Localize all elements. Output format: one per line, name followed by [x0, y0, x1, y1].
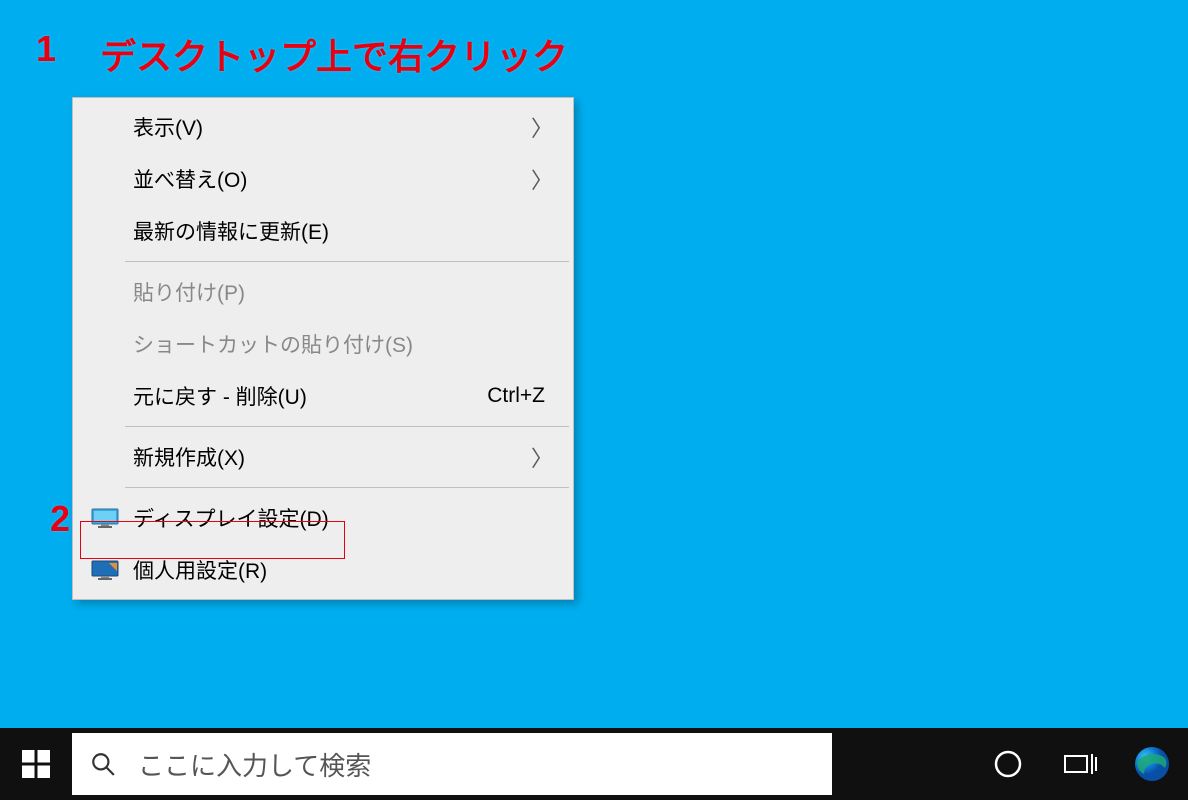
cortana-icon: [993, 749, 1023, 779]
taskbar: ここに入力して検索: [0, 728, 1188, 800]
annotation-step-1-text: デスクトップ上で右クリック: [100, 28, 568, 80]
menu-label: 表示(V): [123, 112, 531, 142]
menu-item-sort[interactable]: 並べ替え(O) 〉: [75, 153, 571, 205]
menu-label: 並べ替え(O): [123, 164, 531, 194]
annotation-step-1-number: 1: [36, 28, 56, 70]
menu-label: ディスプレイ設定(D): [123, 503, 553, 533]
menu-shortcut: Ctrl+Z: [487, 384, 545, 408]
taskbar-search-box[interactable]: ここに入力して検索: [72, 733, 832, 795]
menu-item-new[interactable]: 新規作成(X) 〉: [75, 431, 571, 483]
menu-label: 新規作成(X): [123, 442, 531, 472]
search-icon: [90, 751, 116, 777]
menu-label: ショートカットの貼り付け(S): [123, 329, 553, 359]
menu-label: 最新の情報に更新(E): [123, 216, 553, 246]
menu-item-paste: 貼り付け(P): [75, 266, 571, 318]
search-placeholder-text: ここに入力して検索: [138, 746, 371, 783]
menu-separator: [125, 487, 569, 488]
edge-browser-button[interactable]: [1116, 728, 1188, 800]
chevron-right-icon: 〉: [531, 163, 553, 195]
edge-icon: [1132, 744, 1172, 784]
cortana-button[interactable]: [972, 728, 1044, 800]
chevron-right-icon: 〉: [531, 441, 553, 473]
start-button[interactable]: [0, 728, 72, 800]
menu-item-refresh[interactable]: 最新の情報に更新(E): [75, 205, 571, 257]
menu-item-undo-delete[interactable]: 元に戻す - 削除(U) Ctrl+Z: [75, 370, 571, 422]
menu-separator: [125, 426, 569, 427]
display-icon: [87, 508, 123, 528]
desktop-context-menu: 表示(V) 〉 並べ替え(O) 〉 最新の情報に更新(E) 貼り付け(P) ショ…: [72, 97, 574, 600]
menu-label: 個人用設定(R): [123, 555, 553, 585]
menu-label: 元に戻す - 削除(U): [123, 381, 487, 411]
chevron-right-icon: 〉: [531, 111, 553, 143]
menu-item-view[interactable]: 表示(V) 〉: [75, 101, 571, 153]
menu-item-display-settings[interactable]: ディスプレイ設定(D): [75, 492, 571, 544]
task-view-button[interactable]: [1044, 728, 1116, 800]
personalize-icon: [87, 560, 123, 580]
menu-label: 貼り付け(P): [123, 277, 553, 307]
windows-logo-icon: [22, 750, 50, 778]
annotation-step-2-number: 2: [50, 498, 70, 540]
menu-item-paste-shortcut: ショートカットの貼り付け(S): [75, 318, 571, 370]
menu-item-personalize[interactable]: 個人用設定(R): [75, 544, 571, 596]
menu-separator: [125, 261, 569, 262]
task-view-icon: [1063, 750, 1097, 778]
